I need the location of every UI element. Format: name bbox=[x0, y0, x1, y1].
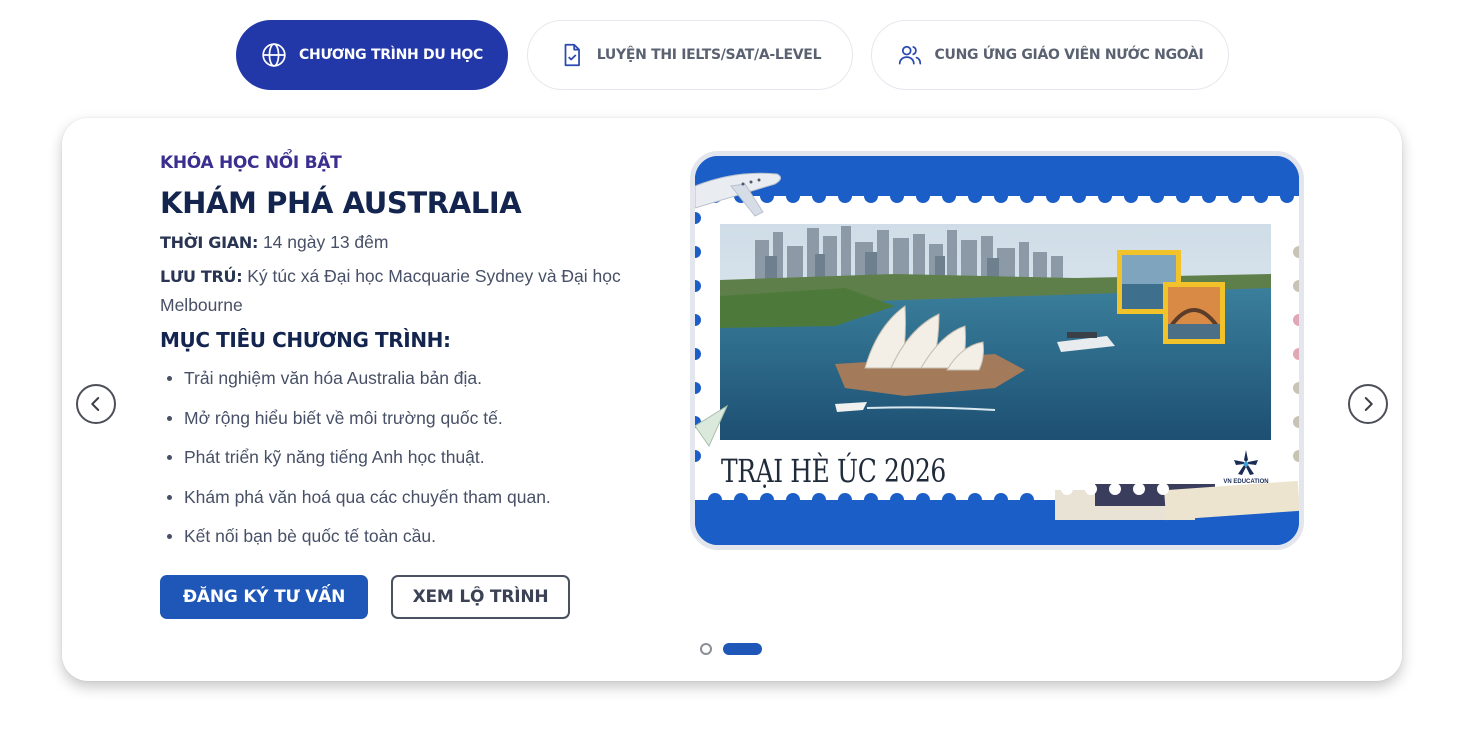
register-consult-button[interactable]: ĐĂNG KÝ TƯ VẤN bbox=[160, 575, 368, 619]
logo-text: VN EDUCATION bbox=[1223, 479, 1269, 485]
list-item: Phát triển kỹ năng tiếng Anh học thuật. bbox=[160, 442, 551, 482]
featured-course-card: KHÓA HỌC NỔI BẬT KHÁM PHÁ AUSTRALIA THỜI… bbox=[62, 118, 1402, 681]
tab-exam-prep[interactable]: LUYỆN THI IELTS/SAT/A-LEVEL bbox=[527, 20, 853, 90]
chevron-left-icon bbox=[91, 397, 100, 411]
goals-list: Trải nghiệm văn hóa Australia bản địa. M… bbox=[160, 363, 551, 561]
list-item: Khám phá văn hoá qua các chuyến tham qua… bbox=[160, 482, 551, 522]
goals-title: MỤC TIÊU CHƯƠNG TRÌNH: bbox=[160, 328, 451, 352]
tab-study-abroad[interactable]: CHƯƠNG TRÌNH DU HỌC bbox=[236, 20, 508, 90]
stay-label: LƯU TRÚ: bbox=[160, 267, 243, 286]
pagination-dot-2-active[interactable] bbox=[723, 643, 762, 655]
tab-label: CHƯƠNG TRÌNH DU HỌC bbox=[299, 47, 483, 63]
carousel-prev-button[interactable] bbox=[76, 384, 116, 424]
course-duration: THỜI GIAN: 14 ngày 13 đêm bbox=[160, 228, 675, 257]
vn-education-logo: VN EDUCATION bbox=[1219, 448, 1273, 492]
carousel-next-button[interactable] bbox=[1348, 384, 1388, 424]
chevron-right-icon bbox=[1364, 397, 1373, 411]
program-tabs: CHƯƠNG TRÌNH DU HỌC LUYỆN THI IELTS/SAT/… bbox=[0, 20, 1474, 90]
banner-caption: TRẠI HÈ ÚC 2026 bbox=[721, 452, 946, 490]
tab-foreign-teachers[interactable]: CUNG ỨNG GIÁO VIÊN NƯỚC NGOÀI bbox=[871, 20, 1229, 90]
document-check-icon bbox=[559, 42, 585, 68]
list-item: Mở rộng hiểu biết về môi trường quốc tế. bbox=[160, 403, 551, 443]
list-item: Trải nghiệm văn hóa Australia bản địa. bbox=[160, 363, 551, 403]
users-icon bbox=[897, 42, 923, 68]
view-roadmap-button[interactable]: XEM LỘ TRÌNH bbox=[391, 575, 570, 619]
pagination-dot-1[interactable] bbox=[700, 643, 712, 655]
carousel-pagination bbox=[700, 643, 762, 655]
course-accommodation: LƯU TRÚ: Ký túc xá Đại học Macquarie Syd… bbox=[160, 262, 675, 320]
globe-icon bbox=[261, 42, 287, 68]
logo-icon bbox=[1234, 450, 1258, 475]
course-eyebrow: KHÓA HỌC NỔI BẬT bbox=[160, 153, 342, 173]
duration-label: THỜI GIAN: bbox=[160, 233, 259, 252]
course-banner-image: TRẠI HÈ ÚC 2026 VN EDUCATION bbox=[690, 151, 1304, 550]
list-item: Kết nối bạn bè quốc tế toàn cầu. bbox=[160, 521, 551, 561]
course-title: KHÁM PHÁ AUSTRALIA bbox=[160, 186, 522, 220]
tab-label: CUNG ỨNG GIÁO VIÊN NƯỚC NGOÀI bbox=[934, 47, 1204, 63]
duration-value: 14 ngày 13 đêm bbox=[262, 232, 389, 252]
tab-label: LUYỆN THI IELTS/SAT/A-LEVEL bbox=[596, 47, 822, 63]
